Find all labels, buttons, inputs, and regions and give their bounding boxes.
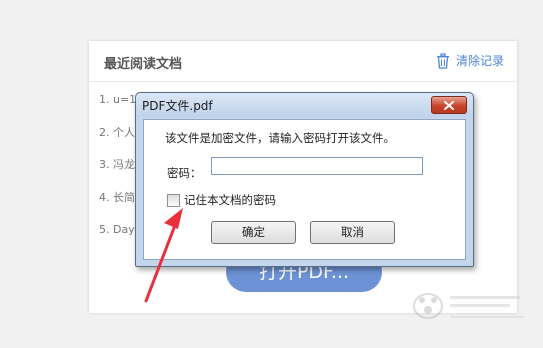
clear-history-button[interactable]: 清除记录 bbox=[436, 52, 504, 69]
remember-password-checkbox[interactable]: 记住本文档的密码 bbox=[167, 192, 276, 208]
cancel-button[interactable]: 取消 bbox=[310, 221, 395, 244]
watermark-logo bbox=[413, 293, 524, 319]
recent-documents-list: 1. u=1 2. 个人 3. 冯龙 4. 长简 5. Day bbox=[99, 93, 136, 256]
dialog-title: PDF文件.pdf bbox=[142, 99, 213, 113]
list-item[interactable]: 1. u=1 bbox=[99, 93, 136, 126]
password-label: 密码： bbox=[167, 166, 202, 180]
ok-button[interactable]: 确定 bbox=[211, 221, 296, 244]
list-item[interactable]: 5. Day bbox=[99, 223, 136, 256]
checkbox-box[interactable] bbox=[167, 193, 180, 207]
password-input[interactable] bbox=[211, 157, 423, 175]
list-item[interactable]: 4. 长简 bbox=[99, 191, 136, 224]
list-item[interactable]: 3. 冯龙 bbox=[99, 158, 136, 191]
password-dialog: PDF文件.pdf 该文件是加密文件，请输入密码打开该文件。 密码： 记住本文档… bbox=[135, 92, 474, 267]
close-button[interactable] bbox=[431, 96, 467, 114]
list-item[interactable]: 2. 个人 bbox=[99, 126, 136, 159]
panel-title: 最近阅读文档 bbox=[104, 57, 183, 72]
screenshot: 最近阅读文档 清除记录 1. u=1 2. 个人 3. 冯龙 4. 长简 5. … bbox=[0, 0, 543, 348]
close-icon bbox=[444, 100, 454, 110]
dialog-message: 该文件是加密文件，请输入密码打开该文件。 bbox=[165, 131, 395, 145]
remember-password-label: 记住本文档的密码 bbox=[184, 193, 276, 207]
clear-history-label: 清除记录 bbox=[455, 54, 504, 68]
dialog-body: 该文件是加密文件，请输入密码打开该文件。 密码： 记住本文档的密码 确定 取消 bbox=[143, 119, 466, 260]
dialog-titlebar[interactable]: PDF文件.pdf bbox=[136, 93, 473, 117]
trash-icon bbox=[436, 52, 449, 69]
panel-divider bbox=[89, 81, 517, 82]
